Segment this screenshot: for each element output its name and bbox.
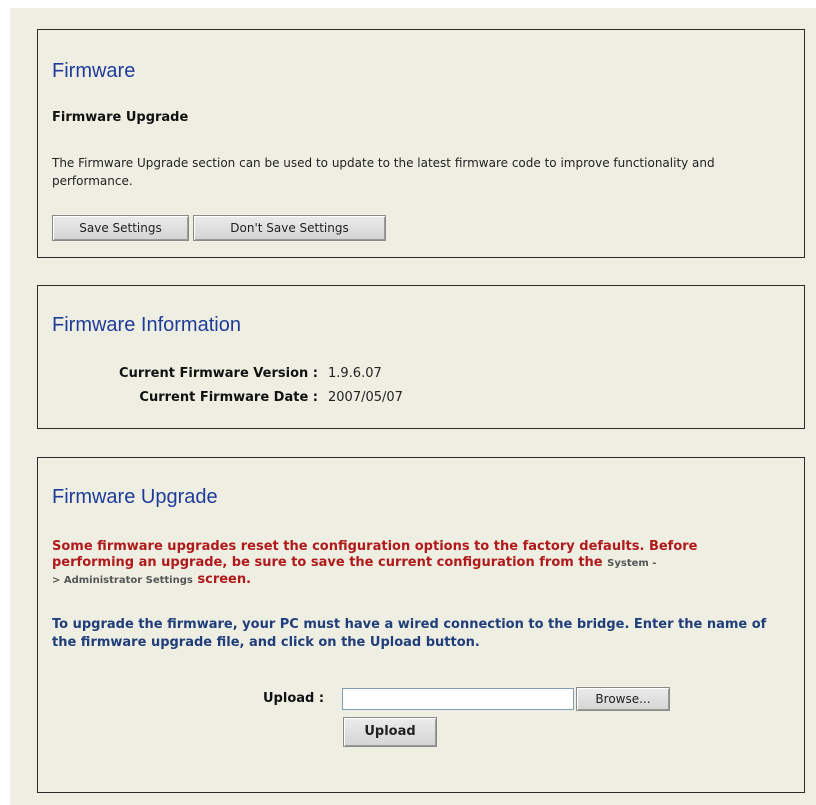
page-background: Firmware Firmware Upgrade The Firmware U… [10,8,816,805]
firmware-date-label: Current Firmware Date : [139,390,318,405]
firmware-version-label: Current Firmware Version : [119,366,318,381]
upload-button[interactable]: Upload [343,717,437,747]
firmware-information-title: Firmware Information [52,314,241,336]
system-link-text: System - [607,558,657,569]
warning-screen-text: screen. [192,572,252,587]
firmware-upgrade-panel: Firmware Upgrade Some firmware upgrades … [37,457,805,793]
factory-reset-warning: Some firmware upgrades reset the configu… [52,539,772,589]
firmware-information-panel: Firmware Information Current Firmware Ve… [37,285,805,429]
browse-button[interactable]: Browse... [576,687,670,711]
warning-text: Some firmware upgrades reset the configu… [52,539,698,570]
upgrade-instructions: To upgrade the firmware, your PC must ha… [52,617,767,650]
dont-save-settings-button[interactable]: Don't Save Settings [193,215,386,241]
administrator-settings-link-text: > Administrator Settings [52,575,193,586]
firmware-title: Firmware [52,60,136,82]
firmware-panel: Firmware Firmware Upgrade The Firmware U… [37,29,805,258]
firmware-upgrade-title: Firmware Upgrade [52,486,218,508]
upload-label: Upload : [263,691,325,706]
firmware-date-value: 2007/05/07 [328,390,403,405]
save-settings-button[interactable]: Save Settings [52,215,189,241]
firmware-description: The Firmware Upgrade section can be used… [52,156,715,188]
firmware-version-value: 1.9.6.07 [328,366,382,381]
firmware-upgrade-subtitle: Firmware Upgrade [52,110,189,125]
upload-file-input[interactable] [342,688,574,710]
